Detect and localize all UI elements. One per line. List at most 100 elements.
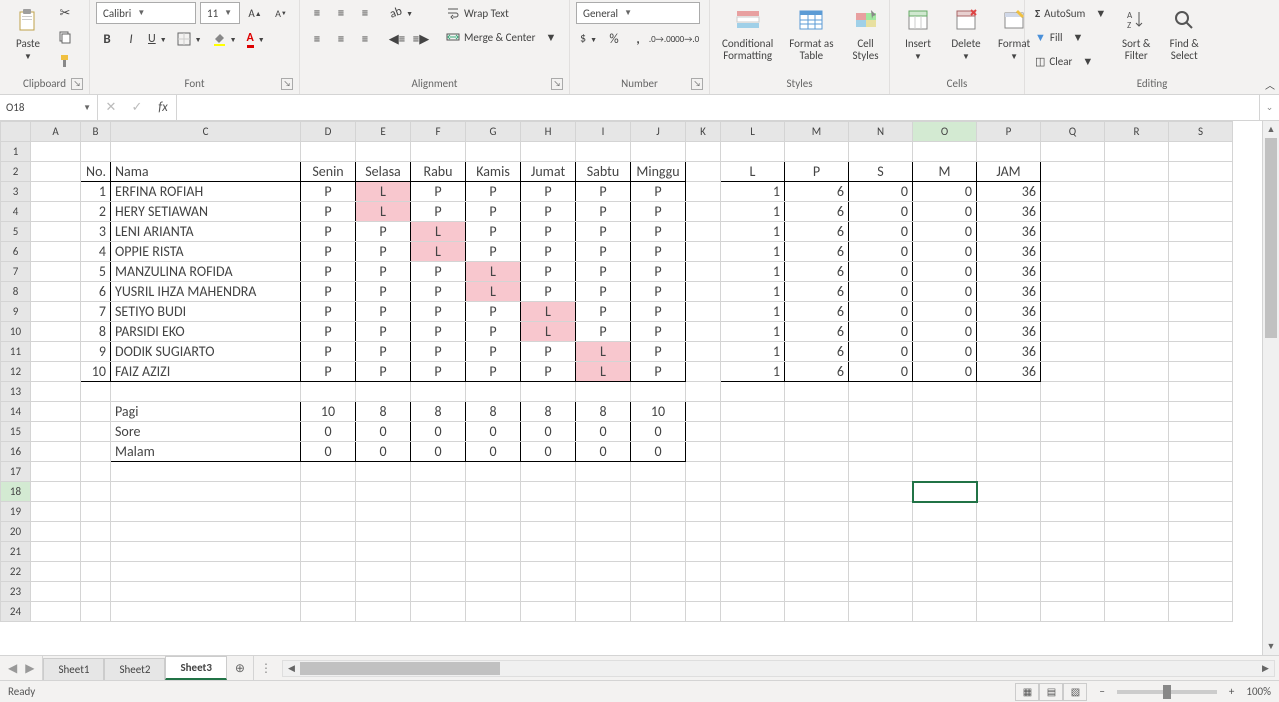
cell[interactable]: P xyxy=(631,342,686,362)
cell[interactable]: P xyxy=(631,322,686,342)
scroll-thumb[interactable] xyxy=(1265,138,1277,338)
cell[interactable] xyxy=(686,522,721,542)
row-header[interactable]: 3 xyxy=(1,182,31,202)
cell[interactable] xyxy=(721,462,785,482)
cell[interactable] xyxy=(1105,242,1169,262)
cell[interactable] xyxy=(1169,522,1233,542)
cell[interactable] xyxy=(1105,182,1169,202)
cell[interactable]: P xyxy=(411,282,466,302)
row-header[interactable]: 6 xyxy=(1,242,31,262)
cell[interactable] xyxy=(1105,562,1169,582)
cell[interactable] xyxy=(977,482,1041,502)
bold-button[interactable]: B xyxy=(96,28,118,50)
cell[interactable]: 36 xyxy=(977,242,1041,262)
cell[interactable] xyxy=(576,482,631,502)
cell[interactable] xyxy=(686,422,721,442)
cell[interactable] xyxy=(1041,322,1105,342)
insert-cells-button[interactable]: Insert▼ xyxy=(896,2,940,64)
cell[interactable] xyxy=(31,162,81,182)
cell[interactable] xyxy=(686,362,721,382)
cell[interactable]: 36 xyxy=(977,222,1041,242)
cell[interactable] xyxy=(411,142,466,162)
cell[interactable] xyxy=(411,582,466,602)
cell[interactable] xyxy=(631,542,686,562)
cell[interactable] xyxy=(1169,282,1233,302)
sheet-nav[interactable]: ◀▶ xyxy=(0,656,43,680)
cell[interactable] xyxy=(411,502,466,522)
cell[interactable] xyxy=(686,402,721,422)
row-header[interactable]: 15 xyxy=(1,422,31,442)
decrease-indent-button[interactable]: ◀≡ xyxy=(386,28,408,50)
cell[interactable] xyxy=(785,582,849,602)
cell[interactable]: Malam xyxy=(111,442,301,462)
cell[interactable]: 8 xyxy=(521,402,576,422)
cell[interactable]: 0 xyxy=(913,322,977,342)
scroll-down-icon[interactable]: ▼ xyxy=(1263,638,1279,655)
cell[interactable] xyxy=(1041,402,1105,422)
cell[interactable] xyxy=(31,402,81,422)
cell[interactable] xyxy=(1105,162,1169,182)
nav-prev-icon[interactable]: ◀ xyxy=(8,661,17,676)
cell[interactable]: P xyxy=(356,242,411,262)
cell[interactable]: P xyxy=(521,222,576,242)
cell[interactable]: 36 xyxy=(977,182,1041,202)
cell[interactable] xyxy=(466,382,521,402)
cell[interactable]: L xyxy=(411,242,466,262)
cell[interactable] xyxy=(31,222,81,242)
cell[interactable] xyxy=(1169,582,1233,602)
row-header[interactable]: 8 xyxy=(1,282,31,302)
cell[interactable]: L xyxy=(356,202,411,222)
cell[interactable] xyxy=(686,442,721,462)
column-header[interactable]: P xyxy=(977,122,1041,142)
cell[interactable] xyxy=(1041,142,1105,162)
cell[interactable]: P xyxy=(301,282,356,302)
cell[interactable] xyxy=(521,602,576,622)
cell[interactable]: No. xyxy=(81,162,111,182)
cell[interactable]: 0 xyxy=(913,202,977,222)
cell[interactable] xyxy=(721,562,785,582)
cell[interactable] xyxy=(977,462,1041,482)
cell[interactable] xyxy=(1105,142,1169,162)
cell[interactable] xyxy=(686,262,721,282)
cell[interactable] xyxy=(1041,362,1105,382)
align-top-button[interactable]: ≡ xyxy=(306,2,328,24)
cell[interactable]: L xyxy=(721,162,785,182)
cell[interactable] xyxy=(721,482,785,502)
row-header[interactable]: 4 xyxy=(1,202,31,222)
cell[interactable]: 6 xyxy=(785,182,849,202)
cell[interactable] xyxy=(466,542,521,562)
cell[interactable]: 7 xyxy=(81,302,111,322)
row-header[interactable]: 21 xyxy=(1,542,31,562)
paste-button[interactable]: Paste ▼ xyxy=(6,2,50,64)
cell[interactable] xyxy=(81,562,111,582)
cell[interactable] xyxy=(721,422,785,442)
cell[interactable] xyxy=(1105,262,1169,282)
cell[interactable]: FAIZ AZIZI xyxy=(111,362,301,382)
cell[interactable]: 36 xyxy=(977,342,1041,362)
cell[interactable]: 0 xyxy=(849,282,913,302)
cell[interactable] xyxy=(721,502,785,522)
cell[interactable] xyxy=(576,502,631,522)
cell[interactable] xyxy=(411,542,466,562)
cell[interactable] xyxy=(111,542,301,562)
cell[interactable] xyxy=(356,482,411,502)
decrease-decimal-button[interactable]: .00→.0 xyxy=(675,28,697,50)
format-as-table-button[interactable]: Format as Table xyxy=(783,2,839,64)
cell[interactable] xyxy=(1041,302,1105,322)
row-header[interactable]: 19 xyxy=(1,502,31,522)
cell[interactable]: P xyxy=(411,262,466,282)
cell[interactable]: 0 xyxy=(849,302,913,322)
cell[interactable] xyxy=(977,522,1041,542)
cell[interactable]: P xyxy=(466,362,521,382)
cell[interactable] xyxy=(31,302,81,322)
cell[interactable] xyxy=(301,462,356,482)
cell[interactable]: 6 xyxy=(785,262,849,282)
select-all-cell[interactable] xyxy=(1,122,31,142)
cell[interactable]: 10 xyxy=(301,402,356,422)
row-header[interactable]: 23 xyxy=(1,582,31,602)
cell[interactable] xyxy=(849,602,913,622)
cell[interactable] xyxy=(913,522,977,542)
row-header[interactable]: 14 xyxy=(1,402,31,422)
cell[interactable] xyxy=(1105,602,1169,622)
cell[interactable] xyxy=(631,522,686,542)
